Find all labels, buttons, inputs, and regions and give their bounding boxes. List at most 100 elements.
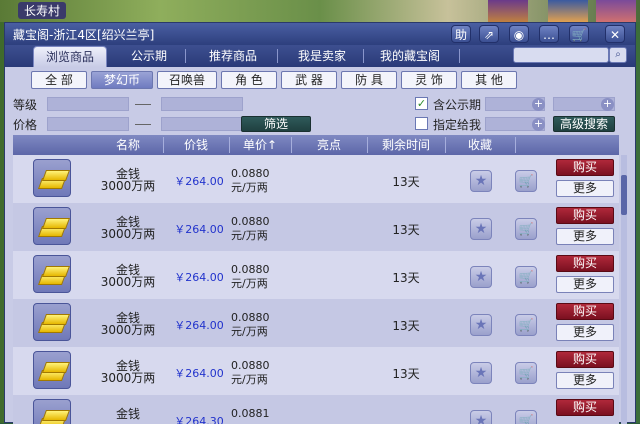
- star-icon[interactable]: ★: [470, 362, 492, 384]
- gold-ingot-icon[interactable]: [33, 159, 71, 197]
- table-row[interactable]: 金钱 3000万两 ￥264.00 0.0880 元/万两 13天 ★ 🛒 购买 更多: [13, 347, 619, 395]
- unit-price-value: 0.0880: [231, 263, 270, 276]
- cart-icon[interactable]: 🛒: [515, 266, 537, 288]
- column-price[interactable]: 价钱: [163, 135, 229, 155]
- cart-icon[interactable]: 🛒: [515, 314, 537, 336]
- buy-button[interactable]: 购买: [556, 207, 614, 224]
- plus-icon[interactable]: +: [532, 98, 545, 111]
- character-portrait[interactable]: [548, 0, 588, 22]
- character-portrait[interactable]: [488, 0, 528, 22]
- category-accessories[interactable]: 灵 饰: [401, 71, 457, 89]
- buy-button[interactable]: 购买: [556, 303, 614, 320]
- search-icon[interactable]: ⌕: [609, 47, 627, 63]
- tab-divider: [185, 49, 186, 63]
- category-summoned-beasts[interactable]: 召唤兽: [157, 71, 217, 89]
- unit-price-value: 0.0880: [231, 215, 270, 228]
- gold-ingot-icon[interactable]: [33, 399, 71, 424]
- item-amount: 3000万两: [100, 275, 156, 289]
- share-button[interactable]: ⇗: [479, 25, 499, 43]
- buy-button[interactable]: 购买: [556, 159, 614, 176]
- more-button[interactable]: 更多: [556, 324, 614, 341]
- treasure-pavilion-window: 藏宝阁-浙江4区[绍兴兰亭] 助 ⇗ ◉ … 🛒 ✕ 浏览商品 公示期 推荐商品…: [4, 22, 636, 424]
- tab-seller[interactable]: 我是卖家: [285, 46, 359, 67]
- time-left: 13天: [392, 367, 420, 381]
- search-input[interactable]: [513, 47, 609, 63]
- more-button[interactable]: 更多: [556, 276, 614, 293]
- level-label: 等级: [13, 98, 38, 112]
- item-amount: 3000万两: [100, 371, 156, 385]
- item-price: ￥264.00: [174, 319, 224, 332]
- buy-button[interactable]: 购买: [556, 255, 614, 272]
- category-characters[interactable]: 角 色: [221, 71, 277, 89]
- gold-ingot-icon[interactable]: [33, 351, 71, 389]
- price-min-input[interactable]: [47, 117, 129, 131]
- public-period-checkbox[interactable]: ✓: [415, 97, 428, 110]
- tab-my-pavilion[interactable]: 我的藏宝阁: [365, 46, 455, 67]
- cart-icon[interactable]: 🛒: [515, 218, 537, 240]
- plus-icon[interactable]: +: [532, 118, 545, 131]
- table-row[interactable]: 金钱 3000万两 ￥264.00 0.0880 元/万两 13天 ★ 🛒 购买 更多: [13, 203, 619, 251]
- unit-price-value: 0.0880: [231, 359, 270, 372]
- gold-ingot-icon[interactable]: [33, 207, 71, 245]
- star-icon[interactable]: ★: [470, 218, 492, 240]
- tab-divider: [363, 49, 364, 63]
- star-icon[interactable]: ★: [470, 170, 492, 192]
- cart-icon[interactable]: 🛒: [515, 410, 537, 424]
- column-unit-price[interactable]: 单价↑: [229, 135, 291, 155]
- cart-button[interactable]: 🛒: [569, 25, 589, 43]
- designated-checkbox[interactable]: [415, 117, 428, 130]
- star-icon[interactable]: ★: [470, 410, 492, 424]
- star-icon[interactable]: ★: [470, 314, 492, 336]
- plus-icon[interactable]: +: [601, 98, 614, 111]
- gold-ingot-icon[interactable]: [33, 255, 71, 293]
- more-button[interactable]: 更多: [556, 180, 614, 197]
- character-portrait[interactable]: [596, 0, 636, 22]
- column-time-left[interactable]: 剩余时间: [367, 135, 445, 155]
- tab-recommended[interactable]: 推荐商品: [195, 46, 271, 67]
- gold-ingot-icon[interactable]: [33, 303, 71, 341]
- scrollbar[interactable]: [621, 155, 627, 424]
- cart-icon[interactable]: 🛒: [515, 362, 537, 384]
- scrollbar-thumb[interactable]: [621, 175, 627, 215]
- item-price: ￥264.00: [174, 271, 224, 284]
- close-button[interactable]: ✕: [605, 25, 625, 43]
- level-min-input[interactable]: [47, 97, 129, 111]
- column-highlights: 亮点: [316, 138, 341, 152]
- more-button[interactable]: 更多: [556, 372, 614, 389]
- advanced-search-button[interactable]: 高级搜索: [553, 116, 615, 132]
- level-max-input[interactable]: [161, 97, 243, 111]
- table-row[interactable]: 金钱 ￥264.30 0.0881 ★ 🛒 购买: [13, 395, 619, 424]
- title-bar[interactable]: 藏宝阁-浙江4区[绍兴兰亭] 助 ⇗ ◉ … 🛒 ✕: [5, 23, 635, 45]
- category-armor[interactable]: 防 具: [341, 71, 397, 89]
- gold-bar-shape: [41, 362, 71, 373]
- category-game-coins[interactable]: 梦幻币: [91, 71, 153, 89]
- price-max-input[interactable]: [161, 117, 243, 131]
- table-row[interactable]: 金钱 3000万两 ￥264.00 0.0880 元/万两 13天 ★ 🛒 购买 更多: [13, 251, 619, 299]
- column-name[interactable]: 名称: [93, 135, 163, 155]
- record-button[interactable]: ◉: [509, 25, 529, 43]
- range-dash: [135, 104, 151, 105]
- star-icon[interactable]: ★: [470, 266, 492, 288]
- tab-browse[interactable]: 浏览商品: [33, 46, 107, 67]
- filter-button[interactable]: 筛选: [241, 116, 311, 132]
- column-favorite: 收藏: [467, 138, 492, 152]
- cart-icon[interactable]: 🛒: [515, 170, 537, 192]
- help-button[interactable]: 助: [451, 25, 471, 43]
- table-row[interactable]: 金钱 3000万两 ￥264.00 0.0880 元/万两 13天 ★ 🛒 购买 更多: [13, 155, 619, 203]
- item-price: ￥264.00: [174, 367, 224, 380]
- more-button[interactable]: 更多: [556, 228, 614, 245]
- category-all[interactable]: 全 部: [31, 71, 87, 89]
- table-row[interactable]: 金钱 3000万两 ￥264.00 0.0880 元/万两 13天 ★ 🛒 购买 更多: [13, 299, 619, 347]
- buy-button[interactable]: 购买: [556, 399, 614, 416]
- tab-public-period[interactable]: 公示期: [117, 46, 181, 67]
- chat-button[interactable]: …: [539, 25, 559, 43]
- item-name: 金钱: [115, 407, 140, 421]
- time-left: 13天: [392, 319, 420, 333]
- category-other[interactable]: 其 他: [461, 71, 517, 89]
- unit-price-unit: 元/万两: [231, 373, 268, 386]
- tab-bar: 浏览商品 公示期 推荐商品 我是卖家 我的藏宝阁 ⌕: [5, 45, 635, 67]
- category-weapons[interactable]: 武 器: [281, 71, 337, 89]
- buy-button[interactable]: 购买: [556, 351, 614, 368]
- gold-bar-shape: [41, 170, 71, 181]
- item-price: ￥264.30: [174, 415, 224, 424]
